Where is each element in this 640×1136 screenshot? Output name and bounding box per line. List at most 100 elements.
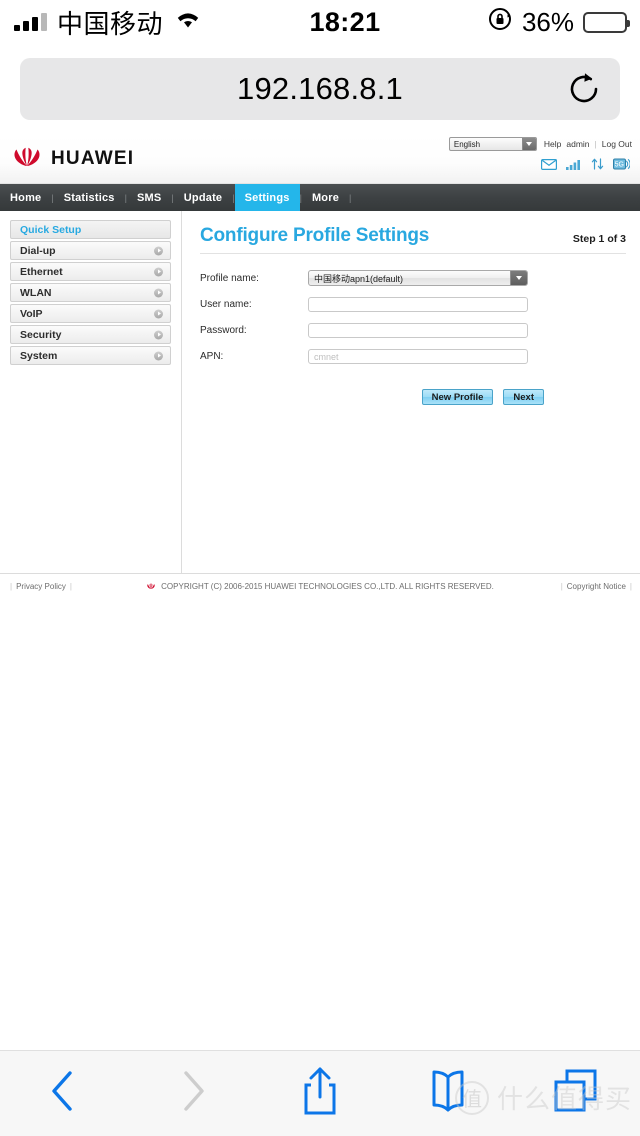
envelope-icon[interactable] — [541, 157, 558, 175]
sidebar-item-voip[interactable]: VoIP — [10, 304, 171, 323]
main-content: Configure Profile Settings Step 1 of 3 P… — [182, 211, 640, 573]
nav-item-sms[interactable]: SMS — [127, 184, 171, 211]
chevron-right-icon — [172, 1067, 212, 1120]
signal-strength-icon — [566, 157, 582, 175]
sidebar-item-label: VoIP — [20, 307, 43, 320]
footer-divider: | — [10, 582, 13, 591]
content-header: Configure Profile Settings Step 1 of 3 — [200, 225, 626, 254]
sidebar-item-security[interactable]: Security — [10, 325, 171, 344]
brand-name: HUAWEI — [51, 147, 135, 169]
header-status-icons: 5G — [541, 157, 631, 175]
share-button[interactable] — [256, 1051, 384, 1136]
copyright-notice-link[interactable]: Copyright Notice — [567, 582, 626, 591]
user-name-input[interactable] — [308, 297, 528, 312]
battery-icon — [583, 11, 630, 33]
chevron-right-icon — [154, 309, 163, 318]
huawei-flower-logo — [146, 582, 156, 592]
next-button[interactable]: Next — [503, 389, 544, 405]
sidebar-item-quick-setup[interactable]: Quick Setup — [10, 220, 171, 239]
apn-input[interactable] — [308, 349, 528, 364]
form-row-apn: APN: — [200, 349, 626, 364]
footer-right: | Copyright Notice | — [561, 582, 632, 591]
sidebar-item-label: Ethernet — [20, 265, 63, 278]
carrier-name: 中国移动 — [57, 8, 164, 39]
header-top-right: English Help admin | Log Out — [448, 137, 632, 151]
footer-center: COPYRIGHT (C) 2006-2015 HUAWEI TECHNOLOG… — [0, 582, 640, 592]
chevron-right-icon — [154, 246, 163, 255]
profile-name-label: Profile name: — [200, 272, 259, 284]
tabs-button[interactable] — [512, 1051, 640, 1136]
current-user-label: admin — [566, 139, 590, 149]
wifi-icon — [173, 8, 203, 37]
chevron-right-icon — [154, 288, 163, 297]
browser-toolbar: 值 什么值得买 — [0, 1050, 640, 1136]
sidebar-item-label: System — [20, 349, 58, 362]
language-select-value: English — [453, 139, 481, 149]
page-title: Configure Profile Settings — [200, 225, 430, 246]
nav-item-settings[interactable]: Settings — [234, 184, 300, 211]
status-bar-right: 36% — [487, 6, 640, 39]
logout-link[interactable]: Log Out — [602, 139, 632, 149]
bookmarks-button[interactable] — [384, 1051, 512, 1136]
signal-bars-icon — [14, 12, 47, 31]
step-indicator: Step 1 of 3 — [572, 233, 626, 245]
language-select[interactable]: English — [448, 137, 537, 151]
chevron-right-icon — [154, 330, 163, 339]
status-bar-time: 18:21 — [309, 6, 381, 37]
chevron-down-icon[interactable] — [521, 138, 536, 150]
footer-left: | Privacy Policy | — [10, 582, 72, 591]
svg-text:5G: 5G — [615, 162, 624, 169]
tabs-icon — [550, 1065, 602, 1122]
nav-item-more[interactable]: More — [302, 184, 349, 211]
footer-divider: | — [629, 582, 632, 591]
back-button[interactable] — [0, 1051, 128, 1136]
link-divider: | — [594, 139, 597, 149]
new-profile-button[interactable]: New Profile — [421, 389, 494, 405]
form-buttons: New Profile Next — [200, 375, 626, 405]
copyright-text: COPYRIGHT (C) 2006-2015 HUAWEI TECHNOLOG… — [161, 582, 494, 591]
sidebar: Quick Setup Dial-up Ethernet WLAN VoIP S… — [0, 211, 182, 573]
profile-name-select-value: 中国移动apn1(default) — [314, 273, 404, 284]
form-row-profile-name: Profile name: 中国移动apn1(default) — [200, 270, 626, 286]
profile-name-select[interactable]: 中国移动apn1(default) — [308, 270, 528, 286]
page-body: Quick Setup Dial-up Ethernet WLAN VoIP S… — [0, 211, 640, 573]
chevron-left-icon — [44, 1067, 84, 1120]
reload-icon[interactable] — [566, 71, 602, 107]
sidebar-item-dial-up[interactable]: Dial-up — [10, 241, 171, 260]
nav-item-home[interactable]: Home — [0, 184, 51, 211]
user-name-label: User name: — [200, 299, 252, 310]
password-label: Password: — [200, 325, 247, 336]
profile-settings-form: Profile name: 中国移动apn1(default) User nam… — [200, 254, 626, 405]
apn-label: APN: — [200, 351, 224, 362]
rotation-lock-icon — [487, 6, 513, 39]
chevron-down-icon[interactable] — [510, 271, 527, 285]
chevron-right-icon — [154, 351, 163, 360]
sidebar-item-ethernet[interactable]: Ethernet — [10, 262, 171, 281]
page-footer: | Privacy Policy | COPYRIGHT (C) 2006-20… — [0, 573, 640, 599]
status-bar-left: 中国移动 — [0, 4, 203, 41]
url-bar[interactable]: 192.168.8.1 — [20, 58, 620, 120]
book-icon — [422, 1067, 474, 1120]
sidebar-item-label: Security — [20, 328, 62, 341]
form-row-password: Password: — [200, 323, 626, 338]
data-transfer-icon — [591, 157, 604, 175]
nav-item-statistics[interactable]: Statistics — [54, 184, 125, 211]
nav-divider: | — [349, 192, 352, 203]
url-text: 192.168.8.1 — [237, 71, 403, 106]
sidebar-item-wlan[interactable]: WLAN — [10, 283, 171, 302]
privacy-policy-link[interactable]: Privacy Policy — [16, 582, 66, 591]
network-mode-icon: 5G — [613, 157, 631, 175]
help-link[interactable]: Help — [544, 139, 561, 149]
sidebar-item-system[interactable]: System — [10, 346, 171, 365]
password-input[interactable] — [308, 323, 528, 338]
brand-logo: HUAWEI — [10, 144, 134, 173]
footer-divider: | — [560, 582, 563, 591]
footer-divider: | — [69, 582, 72, 591]
nav-item-update[interactable]: Update — [174, 184, 232, 211]
share-icon — [298, 1063, 342, 1124]
router-header: HUAWEI English Help admin | Log Out 5G — [0, 134, 640, 184]
screen: 中国移动 18:21 36% 192.168.8.1 HUAWEI Englis… — [0, 0, 640, 1136]
forward-button[interactable] — [128, 1051, 256, 1136]
chevron-right-icon — [154, 267, 163, 276]
main-navigation: Home | Statistics | SMS | Update | Setti… — [0, 184, 640, 211]
